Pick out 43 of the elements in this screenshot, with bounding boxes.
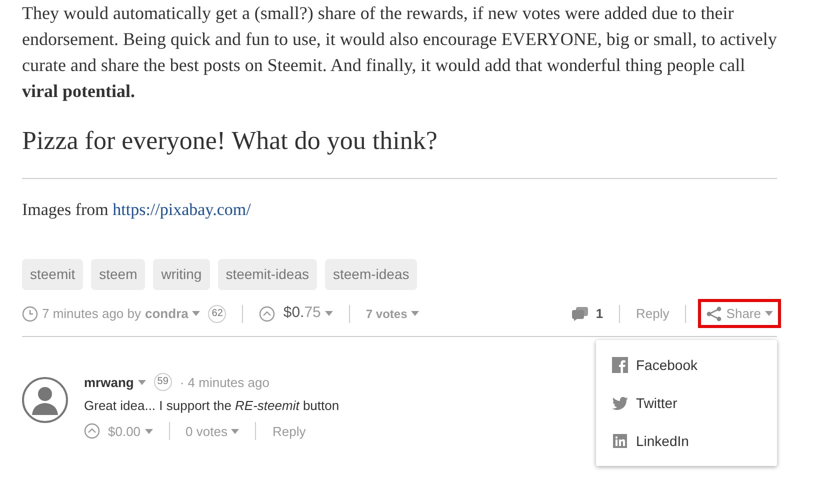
- payout-button[interactable]: $0.75: [283, 302, 333, 325]
- tag-link[interactable]: writing: [153, 258, 210, 290]
- reply-button[interactable]: Reply: [636, 304, 670, 324]
- share-option[interactable]: LinkedIn: [596, 422, 777, 460]
- payout-button[interactable]: $0.00: [108, 422, 153, 441]
- votes-button[interactable]: 0 votes: [186, 422, 240, 441]
- votes-button[interactable]: 7 votes: [366, 304, 420, 322]
- share-option[interactable]: Twitter: [596, 384, 777, 422]
- article-paragraph: They would automatically get a (small?) share of the rewards, if new votes were added due to their endorsement. Being quick and fun to use, it would also encourage EVERYONE, big or small, to actively curate and share the best posts on Steemit. And finally, it would add that wonderful thing people call viral potential.: [22, 2, 778, 103]
- caret-icon: [765, 311, 773, 316]
- comment-count: 1: [596, 304, 604, 323]
- tag-link[interactable]: steem: [91, 258, 146, 290]
- tag-link[interactable]: steem-ideas: [324, 258, 418, 290]
- comment-time: · 4 minutes ago: [180, 374, 270, 392]
- commenter-link[interactable]: mrwang: [84, 372, 146, 392]
- twitter-icon: [612, 395, 628, 411]
- credit-text: Images from: [22, 200, 110, 219]
- tag-link[interactable]: steemit: [22, 258, 84, 290]
- caret-icon: [138, 380, 146, 385]
- share-button[interactable]: Share: [702, 302, 777, 324]
- linkedin-icon: [612, 433, 628, 449]
- caret-icon: [144, 428, 153, 434]
- avatar-icon: [22, 376, 68, 422]
- share-icon: [706, 306, 722, 322]
- caret-icon: [231, 428, 240, 434]
- reply-button[interactable]: Reply: [272, 422, 306, 441]
- facebook-icon: [612, 357, 628, 373]
- post-time: 7 minutes ago by: [42, 304, 142, 323]
- caret-icon: [324, 311, 333, 316]
- article-heading: Pizza for everyone! What do you think?: [22, 126, 438, 156]
- share-option[interactable]: Facebook: [596, 346, 777, 384]
- caret-icon: [411, 311, 420, 316]
- comments-icon: [572, 306, 588, 320]
- reputation-badge: 59: [154, 373, 172, 392]
- upvote-icon[interactable]: [84, 423, 100, 440]
- credit-link[interactable]: https://pixabay.com/: [112, 200, 251, 219]
- upvote-icon[interactable]: [259, 306, 276, 322]
- reputation-badge: 62: [208, 304, 226, 322]
- tag-link[interactable]: steemit-ideas: [218, 258, 317, 290]
- caret-icon: [192, 311, 200, 316]
- comment-text: Great idea... I support the RE-steemit button: [84, 397, 340, 415]
- clock-icon: [22, 306, 38, 322]
- author-link[interactable]: condra: [145, 304, 200, 324]
